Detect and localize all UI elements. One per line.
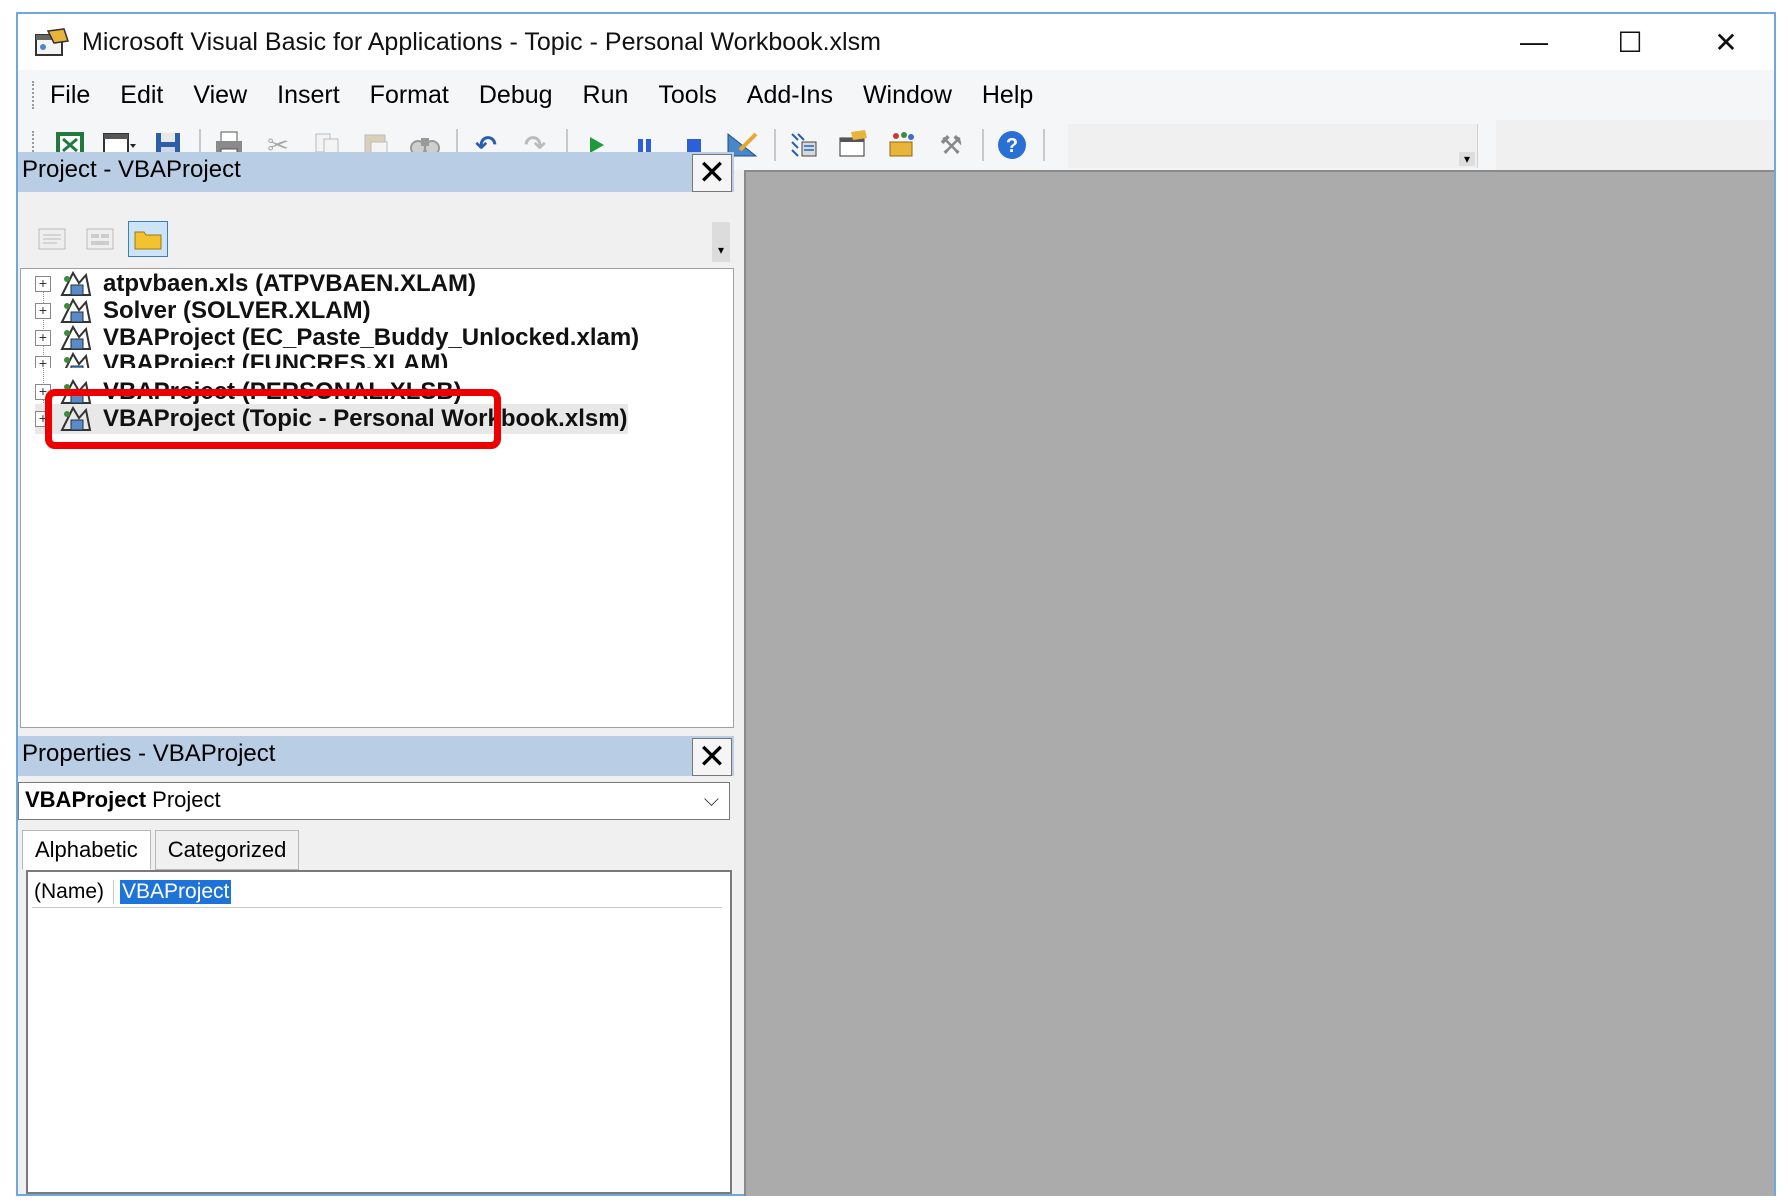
toggle-folders-icon[interactable] (128, 221, 168, 257)
expand-icon[interactable]: + (35, 330, 51, 346)
tree-item-label: VBAProject (FUNCRES.XLAM) (103, 350, 449, 368)
close-icon: ✕ (1714, 26, 1738, 58)
properties-panel-title-text: Properties - VBAProject (22, 740, 276, 767)
code-window-area (744, 170, 1774, 1196)
properties-grid: (Name) VBAProject (26, 870, 732, 1194)
window-controls: — ☐ ✕ (1486, 14, 1774, 70)
vba-project-icon (60, 297, 92, 323)
property-value-input[interactable]: VBAProject (120, 879, 232, 904)
menu-file[interactable]: File (50, 81, 90, 110)
project-panel-title-text: Project - VBAProject (22, 156, 241, 183)
close-icon: ✕ (697, 154, 727, 192)
tree-item-label: Solver (SOLVER.XLAM) (103, 297, 371, 324)
tree-item-label: VBAProject (EC_Paste_Buddy_Unlocked.xlam… (103, 324, 640, 351)
properties-panel-title: Properties - VBAProject ✕ (18, 736, 734, 776)
chevron-down-icon[interactable]: ⌵ (704, 783, 719, 817)
minimize-icon: — (1520, 26, 1548, 57)
maximize-button[interactable]: ☐ (1582, 14, 1678, 70)
tree-item[interactable]: + Solver (SOLVER.XLAM) (35, 296, 371, 326)
tree-item[interactable]: + VBAProject (FUNCRES.XLAM) (35, 350, 448, 368)
menu-view[interactable]: View (193, 81, 247, 110)
object-selector-dropdown[interactable]: VBAProject Project ⌵ (18, 782, 730, 820)
vba-project-icon (64, 351, 90, 368)
menu-insert[interactable]: Insert (277, 81, 340, 110)
project-panel-close-button[interactable]: ✕ (692, 154, 732, 192)
toolbar-separator (982, 129, 984, 161)
properties-tabs: Alphabetic Categorized (18, 830, 300, 870)
properties-panel-close-button[interactable]: ✕ (692, 738, 732, 776)
vba-project-icon (60, 270, 92, 296)
menu-debug[interactable]: Debug (479, 81, 553, 110)
title-bar: Microsoft Visual Basic for Applications … (18, 14, 1774, 70)
close-icon: ✕ (697, 738, 727, 776)
property-name: (Name) (32, 879, 114, 904)
property-row[interactable]: (Name) VBAProject (32, 876, 722, 908)
tree-item[interactable]: + atpvbaen.xls (ATPVBAEN.XLAM) (35, 269, 476, 299)
toolbar-separator (774, 129, 776, 161)
toolbar-options-icon[interactable]: ▾ (1459, 152, 1475, 166)
object-browser-icon[interactable] (882, 125, 922, 165)
project-panel-toolbar: ▾ (18, 212, 734, 266)
vba-project-icon (60, 324, 92, 350)
tab-categorized[interactable]: Categorized (154, 830, 300, 870)
view-code-icon[interactable] (32, 221, 72, 257)
tree-item[interactable]: + VBAProject (EC_Paste_Buddy_Unlocked.xl… (35, 323, 639, 353)
project-tree: + atpvbaen.xls (ATPVBAEN.XLAM) + Solver … (20, 268, 734, 728)
help-icon[interactable]: ? (992, 125, 1032, 165)
window-title: Microsoft Visual Basic for Applications … (82, 27, 881, 56)
view-object-icon[interactable] (80, 221, 120, 257)
expand-icon[interactable]: + (35, 356, 51, 368)
maximize-icon: ☐ (1617, 26, 1643, 58)
tree-item-label: atpvbaen.xls (ATPVBAEN.XLAM) (103, 270, 476, 297)
object-name: VBAProject (25, 787, 147, 812)
expand-icon[interactable]: + (35, 276, 51, 292)
menu-edit[interactable]: Edit (120, 81, 163, 110)
menu-bar: File Edit View Insert Format Debug Run T… (18, 70, 1774, 120)
menu-grip[interactable] (32, 81, 36, 109)
vba-app-icon (34, 27, 70, 57)
properties-window-icon[interactable] (833, 125, 873, 165)
menu-run[interactable]: Run (583, 81, 629, 110)
toolbar-overflow[interactable]: ▾ (1068, 124, 1478, 168)
toolbox-icon[interactable]: ⚒ (931, 125, 971, 165)
menu-tools[interactable]: Tools (658, 81, 716, 110)
menu-format[interactable]: Format (370, 81, 449, 110)
minimize-button[interactable]: — (1486, 14, 1582, 70)
toolbar-separator (1043, 129, 1045, 161)
menu-help[interactable]: Help (982, 81, 1033, 110)
vba-editor-window: Microsoft Visual Basic for Applications … (16, 12, 1776, 1196)
close-button[interactable]: ✕ (1678, 14, 1774, 70)
project-panel-title: Project - VBAProject ✕ (18, 152, 734, 192)
menu-add-ins[interactable]: Add-Ins (747, 81, 833, 110)
project-toolbar-options-icon[interactable]: ▾ (712, 222, 730, 262)
menu-window[interactable]: Window (863, 81, 952, 110)
annotation-highlight-box (45, 389, 501, 449)
project-explorer-icon[interactable] (784, 125, 824, 165)
tab-alphabetic[interactable]: Alphabetic (22, 830, 151, 870)
expand-icon[interactable]: + (35, 303, 51, 319)
object-type: Project (152, 787, 221, 812)
svg-text:?: ? (1006, 135, 1018, 157)
